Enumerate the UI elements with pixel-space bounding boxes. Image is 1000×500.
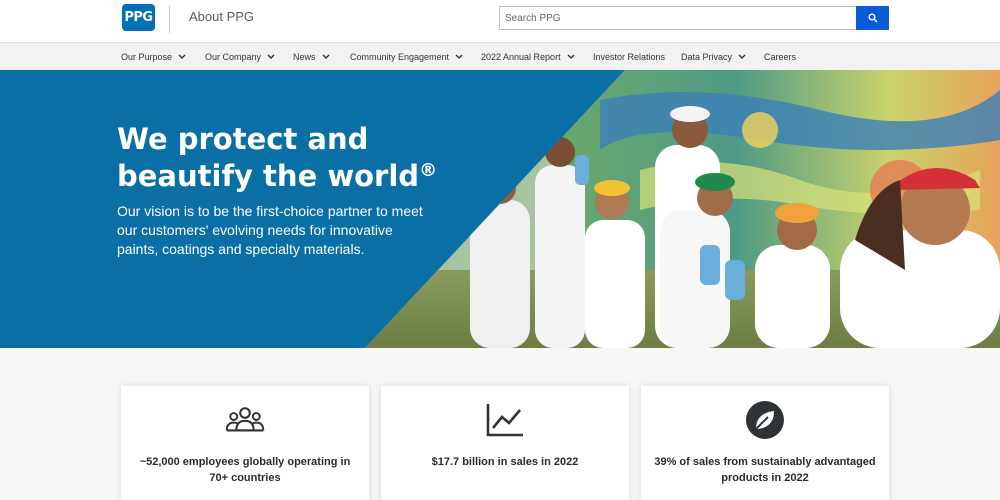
ppg-logo[interactable]: PPG	[122, 4, 155, 31]
nav-item-label: Investor Relations	[593, 52, 666, 62]
chevron-down-icon	[455, 54, 463, 60]
main-nav: Our Purpose Our Company News Community E…	[0, 42, 1000, 70]
nav-item-label: News	[293, 52, 316, 62]
line-chart-icon	[485, 400, 525, 440]
chevron-down-icon	[738, 54, 746, 60]
stat-card-employees: ~52,000 employees globally operating in …	[121, 386, 369, 500]
hero-banner: We protect and beautify the world® Our v…	[0, 70, 1000, 348]
hero-headline-text: We protect and beautify the world	[117, 122, 420, 193]
nav-item-annual-report[interactable]: 2022 Annual Report	[481, 43, 575, 71]
logo-text: PPG	[124, 10, 153, 25]
nav-item-community-engagement[interactable]: Community Engagement	[350, 43, 463, 71]
nav-item-label: Our Company	[205, 52, 262, 62]
registered-mark: ®	[419, 160, 438, 181]
nav-item-careers[interactable]: Careers	[764, 43, 796, 71]
nav-item-label: Our Purpose	[121, 52, 173, 62]
chevron-down-icon	[267, 54, 275, 60]
stat-card-sales: $17.7 billion in sales in 2022	[381, 386, 629, 500]
hero-body-text: Our vision is to be the first-choice par…	[117, 203, 423, 257]
nav-item-our-company[interactable]: Our Company	[205, 43, 275, 71]
site-title[interactable]: About PPG	[189, 9, 254, 24]
chevron-down-icon	[322, 54, 330, 60]
chevron-down-icon	[178, 54, 186, 60]
nav-item-investor-relations[interactable]: Investor Relations	[593, 43, 665, 71]
nav-item-data-privacy[interactable]: Data Privacy	[681, 43, 746, 71]
nav-item-label: Careers	[764, 52, 797, 62]
stat-card-sustainability: 39% of sales from sustainably advantaged…	[641, 386, 889, 500]
search-input[interactable]	[499, 6, 856, 30]
people-group-icon	[225, 400, 265, 440]
search-button[interactable]	[856, 6, 889, 30]
stat-text: ~52,000 employees globally operating in …	[139, 456, 351, 484]
logo-divider	[169, 5, 170, 33]
nav-item-news[interactable]: News	[293, 43, 330, 71]
nav-item-our-purpose[interactable]: Our Purpose	[121, 43, 186, 71]
site-header: PPG About PPG	[0, 0, 1000, 42]
stats-section: ~52,000 employees globally operating in …	[0, 348, 1000, 500]
stat-text: $17.7 billion in sales in 2022	[431, 456, 579, 468]
nav-item-label: 2022 Annual Report	[481, 52, 561, 62]
chevron-down-icon	[567, 54, 575, 60]
nav-item-label: Data Privacy	[681, 52, 733, 62]
leaf-icon	[745, 400, 785, 440]
hero-headline: We protect and beautify the world®	[117, 124, 497, 192]
stat-text: 39% of sales from sustainably advantaged…	[654, 456, 876, 484]
nav-item-label: Community Engagement	[350, 52, 450, 62]
search-icon	[868, 13, 877, 23]
